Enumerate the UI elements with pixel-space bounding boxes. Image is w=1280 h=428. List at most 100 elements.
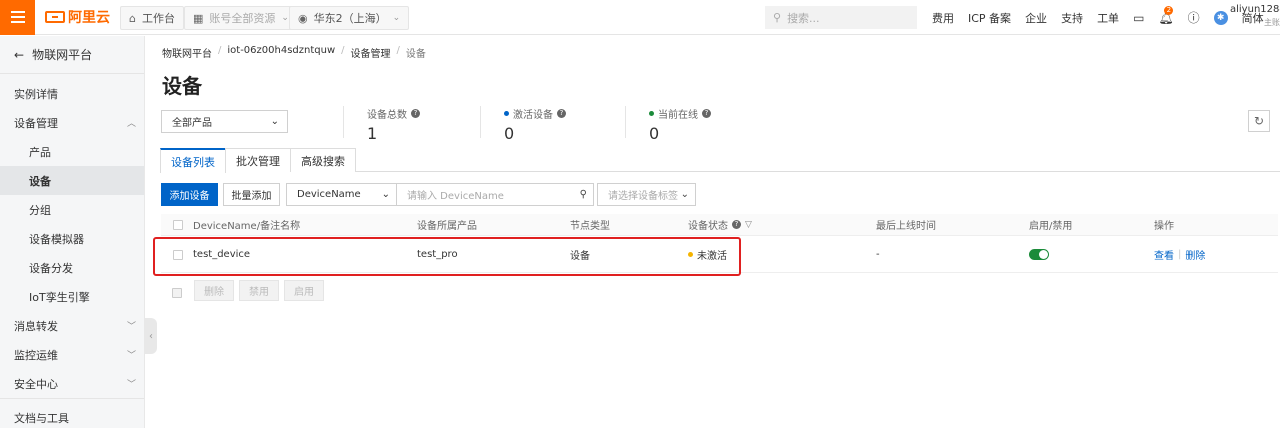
resource-scope-label: 账号全部资源 [209,12,276,25]
sidebar: ← 物联网平台 实例详情 设备管理 ︿ 产品 设备 分组 设备模拟器 设备分发 … [0,36,145,428]
breadcrumb-instance[interactable]: iot-06z00h4sdzntquw [227,45,335,60]
device-tag-select[interactable]: 请选择设备标签 ⌄ [597,183,696,206]
filter-icon[interactable]: ▽ [745,220,752,230]
stat-divider [343,106,344,138]
hamburger-menu-button[interactable] [0,0,35,35]
product-cell: test_pro [417,249,458,260]
arrow-left-icon: ← [14,47,25,62]
sidebar-item-message-forwarding[interactable]: 消息转发 ﹀ [0,311,144,340]
account-avatar-icon[interactable]: ✱ [1213,10,1228,25]
terminal-icon[interactable]: ▭ [1133,11,1144,25]
sidebar-item-security-center[interactable]: 安全中心 ﹀ [0,369,144,398]
breadcrumb-iot-platform[interactable]: 物联网平台 [162,45,212,60]
sidebar-item-label: 产品 [29,145,51,159]
bulk-delete-button[interactable]: 删除 [194,280,234,301]
sidebar-item-device[interactable]: 设备 [0,166,144,195]
breadcrumb-current: 设备 [405,49,426,60]
workbench-button[interactable]: ⌂ 工作台 [120,6,184,30]
node-type-cell: 设备 [570,251,590,262]
search-icon: ⚲ [773,11,782,24]
help-icon[interactable]: ⓘ [1188,9,1200,26]
status-badge: 未激活 [697,251,727,262]
sidebar-item-docs-tools[interactable]: 文档与工具 [0,403,144,428]
refresh-icon[interactable]: ↻ [1248,110,1270,132]
device-search-input[interactable]: 请输入 DeviceName ⚲ [396,183,594,206]
sidebar-item-iot-twin-engine[interactable]: IoT孪生引擎 [0,282,144,311]
actions-cell: 查看 | 删除 [1154,237,1205,272]
status-dot-icon [504,111,509,116]
tab-advanced-search[interactable]: 高级搜索 [290,148,356,172]
aliyun-logo[interactable]: 阿里云 [45,7,110,27]
resource-scope-dropdown[interactable]: ▦ 账号全部资源 ⌄ [184,6,298,30]
help-icon[interactable]: ? [702,109,711,118]
select-all-checkbox[interactable] [173,214,183,235]
bell-icon[interactable]: 🔔︎ 2 [1158,5,1174,25]
link-ticket[interactable]: 工单 [1097,10,1119,26]
column-header-actions: 操作 [1154,221,1174,232]
sidebar-collapse-handle[interactable]: ‹ [145,318,157,354]
stat-activated-devices: 激活设备? 0 [504,106,566,143]
bulk-disable-button[interactable]: 禁用 [239,280,279,301]
back-to-iot-platform[interactable]: ← 物联网平台 [0,36,144,74]
page-title: 设备 [162,74,202,98]
region-dropdown[interactable]: ◉ 华东2（上海） ⌄ [289,6,410,30]
search-icon[interactable]: ⚲ [580,189,587,200]
sidebar-item-label: 分组 [29,203,51,217]
tag-placeholder: 请选择设备标签 [608,191,678,202]
sidebar-item-label: 实例详情 [14,87,58,101]
help-icon[interactable]: ? [557,109,566,118]
product-filter-select[interactable]: 全部产品 ⌄ [161,110,288,133]
sidebar-item-instance-details[interactable]: 实例详情 [0,79,144,108]
sidebar-item-group[interactable]: 分组 [0,195,144,224]
checkbox-icon [173,219,183,230]
bulk-enable-button[interactable]: 启用 [284,280,324,301]
user-menu[interactable]: aliyun12846 主账 [1230,4,1280,28]
sidebar-item-label: 设备管理 [14,116,58,130]
column-header-label: 设备状态 [688,221,728,232]
link-support[interactable]: 支持 [1061,10,1083,26]
help-icon[interactable]: ? [411,109,420,118]
top-navigation-bar: 阿里云 ⌂ 工作台 ▦ 账号全部资源 ⌄ ◉ 华东2（上海） ⌄ ⚲ 搜索...… [0,0,1280,35]
stat-value: 1 [367,124,378,143]
stat-value: 0 [504,124,515,143]
tab-batch-management[interactable]: 批次管理 [225,148,291,172]
chevron-down-icon: ⌄ [381,189,390,200]
stat-divider [480,106,481,138]
status-dot-icon [649,111,654,116]
view-link[interactable]: 查看 [1154,247,1174,262]
sidebar-item-label: 文档与工具 [14,411,69,425]
help-icon[interactable]: ? [732,220,741,229]
link-enterprise[interactable]: 企业 [1025,10,1047,26]
link-icp[interactable]: ICP 备案 [968,10,1011,26]
bulk-select-checkbox[interactable] [172,282,182,303]
delete-link[interactable]: 删除 [1185,247,1205,262]
enable-toggle[interactable] [1029,249,1049,260]
link-billing[interactable]: 费用 [932,10,954,26]
logo-text: 阿里云 [68,10,110,26]
sidebar-item-product[interactable]: 产品 [0,137,144,166]
search-field-select[interactable]: DeviceName ⌄ [286,183,397,206]
sidebar-item-device-simulator[interactable]: 设备模拟器 [0,224,144,253]
main-content: 物联网平台 / iot-06z00h4sdzntquw / 设备管理 / 设备 … [160,36,1280,428]
batch-add-button[interactable]: 批量添加 [223,183,280,206]
table-row: test_device test_pro 设备 未激活 - 查看 | 删除 [161,237,1278,273]
breadcrumb-device-management[interactable]: 设备管理 [351,45,391,60]
sidebar-item-device-distribution[interactable]: 设备分发 [0,253,144,282]
column-header-node-type: 节点类型 [570,221,610,232]
global-search-input[interactable]: ⚲ 搜索... [765,6,917,29]
add-device-button[interactable]: 添加设备 [161,183,218,206]
product-filter-value: 全部产品 [172,118,212,129]
action-separator: | [1178,249,1182,260]
location-pin-icon: ◉ [298,11,308,25]
top-links: 费用 ICP 备案 企业 支持 工单 ▭ 🔔︎ 2 ⓘ ✱ 简体 [932,0,1264,35]
sidebar-item-device-management[interactable]: 设备管理 ︿ [0,108,144,137]
sidebar-item-monitoring-ops[interactable]: 监控运维 ﹀ [0,340,144,369]
stat-online-devices: 当前在线? 0 [649,106,711,143]
breadcrumb: 物联网平台 / iot-06z00h4sdzntquw / 设备管理 / 设备 [162,45,426,60]
status-dot-icon [688,252,693,257]
user-name: aliyun12846 [1230,4,1280,15]
tab-device-list[interactable]: 设备列表 [160,148,226,173]
row-checkbox[interactable] [173,237,183,272]
breadcrumb-separator: / [218,45,222,56]
device-name-cell: test_device [193,249,251,260]
